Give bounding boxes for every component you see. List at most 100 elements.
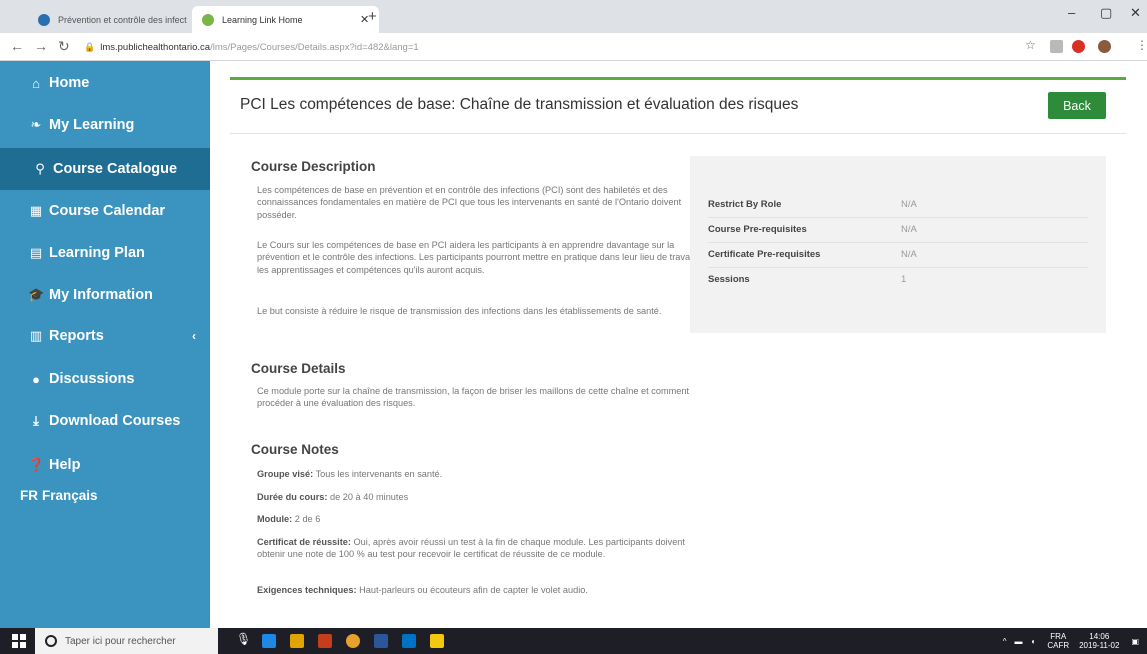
browser-tab-2[interactable]: Learning Link Home ✕ (192, 6, 380, 33)
sidebar-item-label: Discussions (49, 371, 135, 387)
forward-arrow-icon[interactable]: → (34, 38, 48, 54)
info-key: Restrict By Role (708, 198, 782, 210)
download-icon: ⤓ (33, 413, 39, 428)
sidebar-item-discussions[interactable]: ● Discussions (0, 358, 210, 400)
note-certificate: Certificat de réussite: Oui, après avoir… (257, 536, 697, 561)
divider (230, 133, 1126, 134)
minimize-icon[interactable]: – (1068, 5, 1075, 20)
file-explorer-icon[interactable] (290, 634, 304, 648)
sidebar-item-language[interactable]: FR Français (0, 474, 210, 516)
clock-date: 2019-11-02 (1079, 641, 1120, 650)
file-icon: ▤ (29, 245, 43, 260)
course-description-heading: Course Description (251, 159, 376, 174)
extension-icon[interactable] (1050, 40, 1063, 53)
tab-title: Learning Link Home (222, 14, 303, 25)
network-icon[interactable]: ▬ (1014, 637, 1022, 646)
info-value: N/A (901, 224, 917, 235)
new-tab-icon[interactable]: + (368, 8, 377, 25)
sidebar-item-download-courses[interactable]: ⤓ Download Courses (0, 400, 210, 442)
sidebar-item-label: Français (42, 487, 98, 503)
edge-icon[interactable] (262, 634, 276, 648)
note-value: Haut-parleurs ou écouteurs afin de capte… (359, 585, 588, 595)
sidebar-item-label: Home (49, 75, 90, 91)
back-arrow-icon[interactable]: ← (10, 38, 24, 54)
info-key: Course Pre-requisites (708, 224, 807, 235)
sidebar-item-learning-plan[interactable]: ▤ Learning Plan (0, 232, 210, 274)
powerpoint-icon[interactable] (318, 634, 332, 648)
word-icon[interactable] (374, 634, 388, 648)
sidebar-item-course-calendar[interactable]: ▦ Course Calendar (0, 190, 210, 232)
bookmark-star-icon[interactable]: ☆ (1025, 38, 1036, 52)
lang-line1: FRA (1050, 632, 1067, 641)
note-label: Groupe visé: (257, 469, 314, 479)
sidebar-item-my-information[interactable]: 🎓 My Information (0, 274, 210, 316)
taskbar: Taper ici pour rechercher 🎙 ^ ▬ ◖ FRA CA… (0, 628, 1147, 654)
globe-favicon-icon (38, 13, 50, 26)
question-circle-icon: ❓ (28, 457, 45, 472)
sidebar-item-label: Learning Plan (49, 245, 145, 261)
description-paragraph: Les compétences de base en prévention et… (257, 185, 682, 220)
language-prefix: FR (20, 487, 38, 503)
menu-dots-icon[interactable]: ⋮ (1136, 38, 1147, 52)
url-field[interactable]: 🔒 lms.publichealthontario.ca /lms/Pages/… (84, 36, 1014, 58)
note-label: Certificat de réussite: (257, 537, 351, 547)
sidebar-item-home[interactable]: ⌂ Home (0, 62, 210, 104)
note-value: Tous les intervenants en santé. (315, 469, 443, 479)
reload-icon[interactable]: ↻ (58, 38, 70, 55)
clock-time: 14:06 (1089, 632, 1110, 641)
cortana-icon (45, 635, 57, 647)
sidebar-item-my-learning[interactable]: ❧ My Learning (0, 104, 210, 146)
course-notes-heading: Course Notes (251, 442, 339, 457)
learning-link-favicon-icon (202, 13, 214, 26)
sidebar-item-course-catalogue[interactable]: ⚲ Course Catalogue (0, 148, 210, 190)
description-paragraph: Le Cours sur les compétences de base en … (257, 240, 695, 275)
sidebar-item-label: Reports (49, 328, 104, 344)
note-label: Exigences techniques: (257, 585, 357, 595)
sidebar-item-label: Course Calendar (49, 203, 166, 219)
notifications-icon[interactable]: ▣ (1131, 637, 1139, 646)
info-row-sessions: Sessions 1 (708, 267, 1088, 291)
language-indicator[interactable]: FRA CAFR (1047, 632, 1069, 650)
info-key: Sessions (708, 274, 750, 285)
main-content: PCI Les compétences de base: Chaîne de t… (210, 61, 1147, 628)
calendar-icon: ▦ (29, 203, 43, 218)
course-info-box: Restrict By Role N/A Course Pre-requisit… (690, 156, 1106, 333)
lang-line2: CAFR (1047, 641, 1070, 650)
outlook-icon[interactable] (402, 634, 416, 648)
close-window-icon[interactable]: ✕ (1130, 5, 1141, 21)
note-duration: Durée du cours: de 20 à 40 minutes (257, 491, 697, 503)
sidebar-item-label: My Information (49, 287, 153, 303)
note-label: Module: (257, 514, 293, 524)
sticky-notes-icon[interactable] (430, 634, 444, 648)
bar-chart-icon: ▥ (29, 328, 43, 343)
browser-tab-strip: Prévention et contrôle des infect ✕ Lear… (0, 0, 1147, 33)
graduation-cap-icon: 🎓 (28, 287, 45, 302)
info-row-course-prerequisites: Course Pre-requisites N/A (708, 217, 1088, 241)
taskbar-search-input[interactable]: Taper ici pour rechercher (35, 628, 218, 654)
windows-start-icon[interactable] (12, 634, 26, 648)
browser-tab-1[interactable]: Prévention et contrôle des infect ✕ (28, 6, 215, 33)
course-details-text: Ce module porte sur la chaîne de transmi… (257, 386, 690, 409)
volume-icon[interactable]: ◖ (1030, 637, 1035, 646)
maximize-icon[interactable]: ▢ (1100, 5, 1112, 21)
note-module: Module: 2 de 6 (257, 513, 697, 525)
up-arrow-icon[interactable]: ^ (1003, 637, 1007, 646)
pinterest-icon[interactable] (1072, 40, 1085, 53)
chrome-icon[interactable] (346, 634, 360, 648)
info-value: N/A (901, 198, 917, 210)
description-paragraph: Le but consiste à réduire le risque de t… (257, 306, 662, 316)
sidebar-item-reports[interactable]: ▥ Reports ‹ (0, 315, 210, 357)
search-icon: ⚲ (35, 161, 45, 176)
sidebar-item-label: Download Courses (49, 413, 181, 429)
note-audience: Groupe visé: Tous les intervenants en sa… (257, 468, 697, 480)
tab-title: Prévention et contrôle des infect (58, 14, 187, 25)
back-button[interactable]: Back (1048, 92, 1106, 119)
microphone-icon[interactable]: 🎙 (236, 632, 251, 646)
course-details-heading: Course Details (251, 361, 346, 376)
info-value: N/A (901, 249, 917, 260)
lock-icon: 🔒 (84, 41, 96, 52)
search-placeholder: Taper ici pour rechercher (65, 635, 176, 647)
clock[interactable]: 14:06 2019-11-02 (1079, 632, 1119, 650)
info-row-certificate-prerequisites: Certificate Pre-requisites N/A (708, 242, 1088, 266)
profile-avatar-icon[interactable] (1098, 40, 1111, 53)
